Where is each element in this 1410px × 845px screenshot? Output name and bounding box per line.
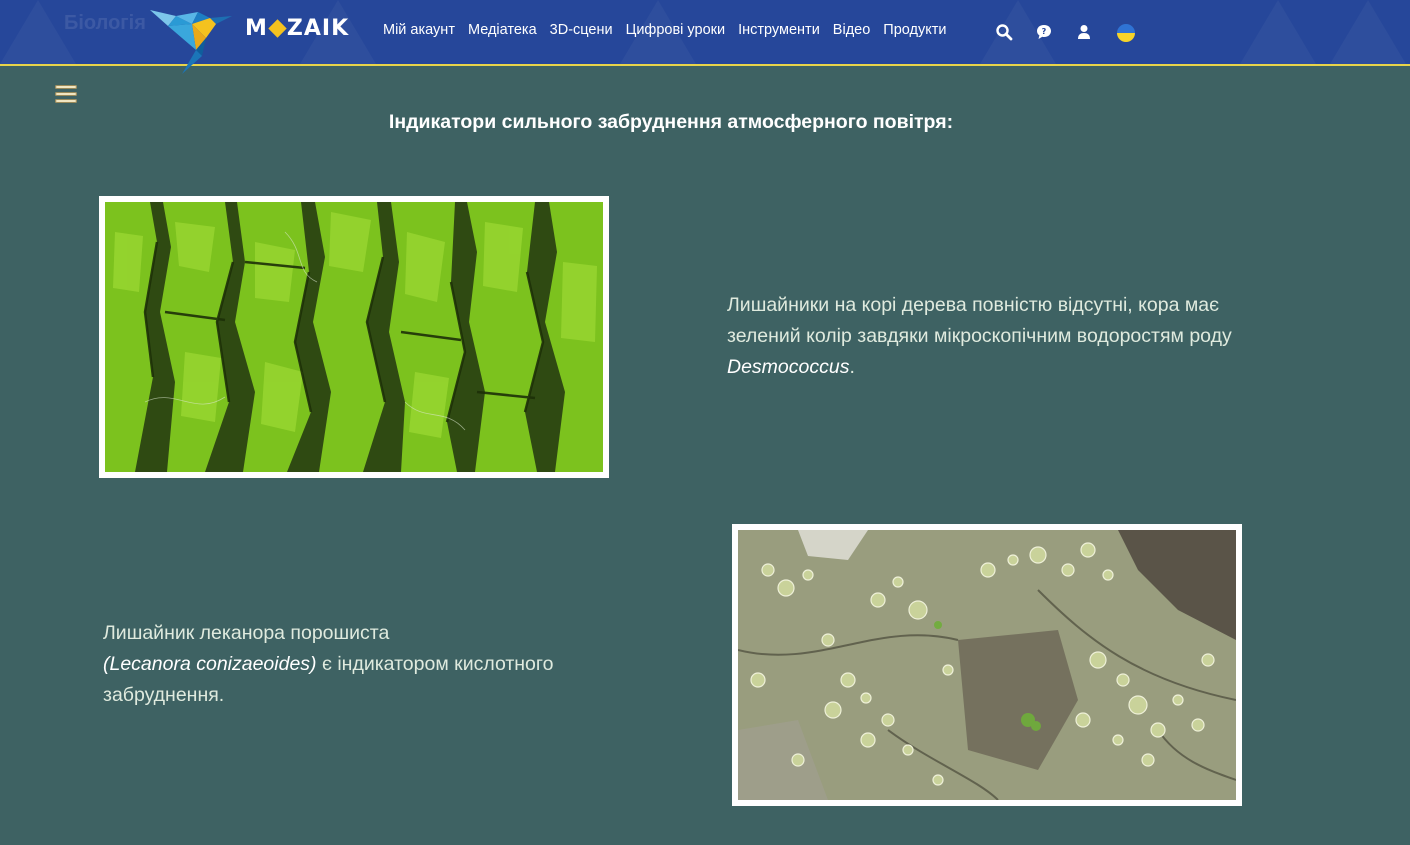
bark-algae-photo bbox=[99, 196, 609, 478]
nav-3d-scenes[interactable]: 3D-сцени bbox=[550, 22, 613, 38]
nav-tools[interactable]: Інструменти bbox=[738, 22, 820, 38]
logo-diamond-icon bbox=[268, 19, 287, 38]
menu-icon[interactable] bbox=[55, 85, 79, 107]
nav-digital-lessons[interactable]: Цифрові уроки bbox=[626, 22, 726, 38]
caption-algae-end: . bbox=[849, 356, 855, 378]
svg-text:?: ? bbox=[1042, 27, 1047, 36]
search-icon[interactable] bbox=[995, 23, 1013, 41]
caption-lichen-line1: Лишайник леканора порошиста bbox=[103, 622, 390, 644]
green-bark-image bbox=[105, 202, 603, 472]
nav-media-library[interactable]: Медіатека bbox=[468, 22, 537, 38]
nav-my-account[interactable]: Мій акаунт bbox=[383, 22, 455, 38]
caption-algae-genus: Desmococcus bbox=[727, 356, 850, 378]
logo-letters-zaik: ZAIK bbox=[286, 16, 350, 41]
lecanora-lichen-image bbox=[738, 530, 1236, 800]
language-flag-icon[interactable] bbox=[1117, 24, 1135, 42]
mozaik-logo[interactable]: M ZAIK bbox=[245, 16, 349, 41]
background-ghost-title: Біологія bbox=[64, 12, 146, 34]
caption-algae: Лишайники на корі дерева повністю відсут… bbox=[727, 290, 1287, 383]
caption-algae-text: Лишайники на корі дерева повністю відсут… bbox=[727, 294, 1232, 347]
logo-letter-m: M bbox=[245, 16, 268, 41]
caption-lichen-latin: (Lecanora conizaeoides) bbox=[103, 653, 317, 675]
caption-lichen: Лишайник леканора порошиста (Lecanora co… bbox=[103, 618, 663, 711]
nav-products[interactable]: Продукти bbox=[883, 22, 946, 38]
lichen-photo bbox=[732, 524, 1242, 806]
chat-help-icon[interactable]: ? bbox=[1035, 23, 1053, 41]
main-navigation: Мій акаунт Медіатека 3D-сцени Цифрові ур… bbox=[383, 22, 959, 38]
page-title: Індикатори сильного забруднення атмосфер… bbox=[388, 111, 954, 133]
user-icon[interactable] bbox=[1075, 23, 1093, 41]
kingfisher-logo-icon[interactable] bbox=[146, 4, 232, 76]
nav-video[interactable]: Відео bbox=[833, 22, 870, 38]
